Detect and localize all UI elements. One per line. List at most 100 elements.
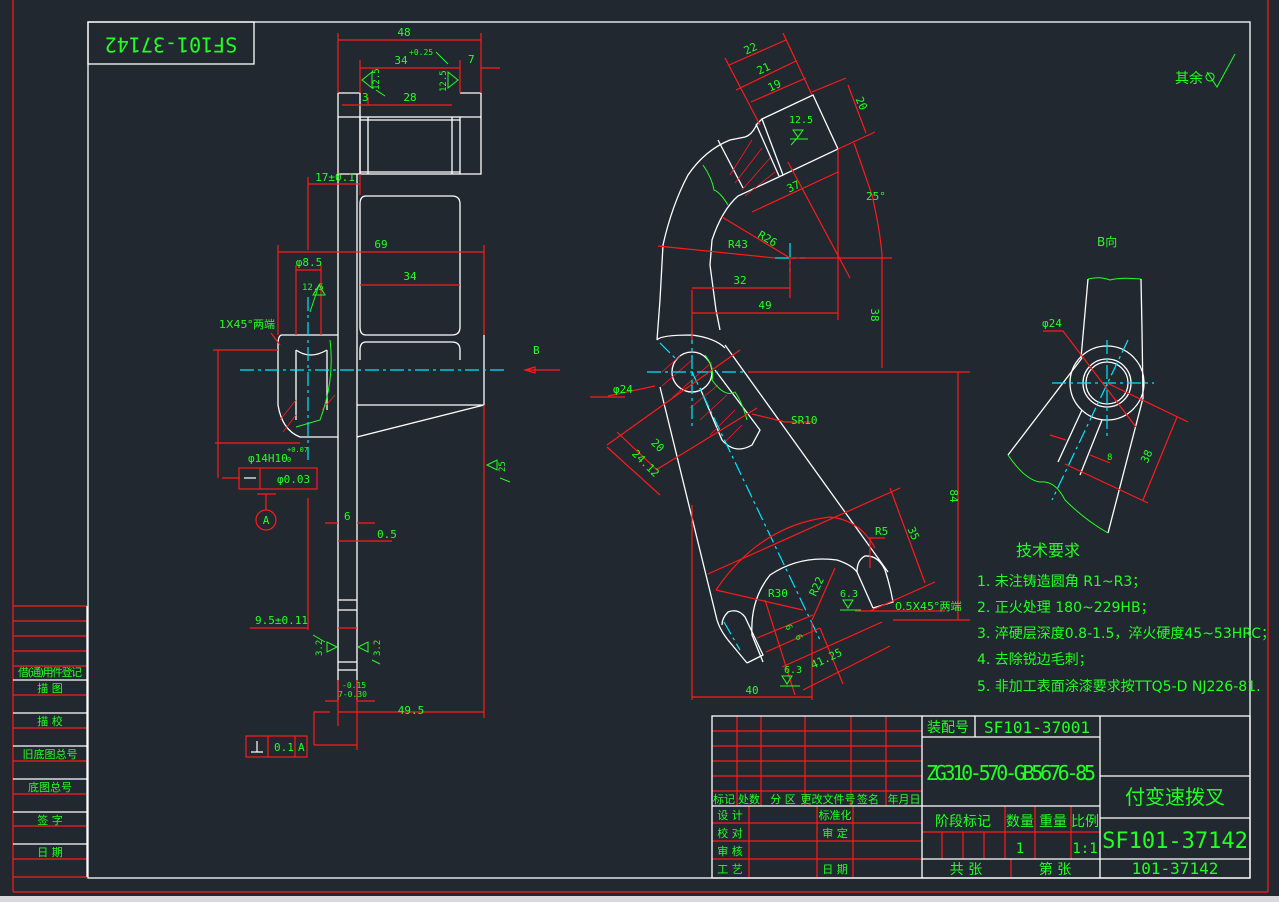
sheets-total-label: 共 张 — [950, 862, 982, 878]
dim-phi-14-upper-tol: +0.07 — [287, 446, 308, 454]
drawing-geometry — [1007, 454, 1109, 534]
dim-r26: R26 — [756, 228, 780, 249]
roughness-12-5-left: 12.5 — [372, 68, 382, 90]
main-view-roughness-symbols — [780, 129, 861, 687]
side-registration-table: 借(通)用件登记 描 图 描 校 旧底图总号 底图总号 签 字 日 期 — [13, 605, 88, 878]
dim-25-degrees: 25° — [866, 190, 886, 203]
side-label: 旧底图总号 — [23, 747, 78, 761]
perpendicularity-value: 0.1 — [274, 741, 294, 754]
straightness-value: φ0.03 — [277, 473, 310, 486]
weight-label: 重量 — [1039, 814, 1067, 830]
dim-21: 21 — [755, 60, 773, 77]
main-view: 22 21 19 20 12.5 37 25° R26 R43 32 49 38… — [590, 32, 970, 700]
main-view-centerlines — [647, 243, 821, 651]
datum-a-label: A — [263, 514, 270, 527]
roughness-25: 25 — [498, 461, 508, 472]
drawing-geometry — [756, 599, 891, 696]
drawing-geometry — [724, 344, 889, 573]
rev-header: 标记 — [713, 792, 735, 806]
sign-label: 标准化 — [819, 808, 852, 822]
surface-finish-icon — [1205, 53, 1236, 88]
dim-phi-14-h10: φ14H10 — [248, 452, 288, 465]
roughness-12-5-hole: 12.5 — [302, 283, 324, 293]
tech-req-item: 2. 正火处理 180~229HB； — [977, 600, 1155, 616]
drawing-geometry — [87, 21, 1251, 879]
roughness-12-5-right: 12.5 — [439, 70, 449, 92]
drawing-geometry — [856, 555, 894, 609]
dim-r5: R5 — [875, 525, 888, 538]
dim-28: 28 — [403, 91, 416, 104]
drawing-geometry — [729, 139, 776, 197]
rev-header: 年月日 — [888, 792, 921, 806]
dim-6: 6 — [344, 510, 351, 523]
sign-label: 工 艺 — [717, 863, 743, 876]
drawing-geometry — [721, 610, 764, 664]
drawing-geometry — [1043, 330, 1189, 504]
side-label: 签 字 — [37, 813, 63, 827]
side-label: 描 图 — [37, 681, 63, 695]
rev-header: 分 区 — [770, 793, 796, 806]
dim-49: 49 — [758, 299, 771, 312]
sign-label: 审 核 — [717, 844, 743, 858]
drawing-geometry — [751, 142, 883, 368]
roughness-6-3-fork: 6.3 — [840, 589, 858, 600]
chamfer-note: 1X45°两端 — [219, 318, 275, 331]
short-drawing-number: 101-37142 — [1132, 859, 1219, 878]
dim-69: 69 — [374, 238, 387, 251]
dim-20-slot: 20 — [648, 436, 667, 455]
drawing-geometry — [661, 355, 743, 443]
dim-phi-8-5: φ8.5 — [296, 256, 323, 269]
drawing-geometry — [13, 606, 88, 877]
technical-requirements: 技术要求 1. 未注铸造圆角 R1~R3； 2. 正火处理 180~229HB；… — [977, 541, 1275, 695]
drawing-geometry — [307, 174, 361, 250]
dim-34: 34 — [394, 54, 408, 67]
drawing-geometry — [748, 371, 970, 621]
drawing-geometry — [342, 97, 452, 106]
dim-7-upper-tol: -0.15 — [342, 681, 366, 690]
view-b-label: B — [533, 344, 540, 357]
drawing-geometry — [790, 129, 808, 146]
dim-6-a: 6 — [782, 623, 793, 632]
drawing-geometry — [707, 487, 945, 612]
surface-finish-note: 其余 — [1175, 53, 1236, 88]
drawing-geometry — [840, 599, 861, 611]
roughness-3-2-right: 3.2 — [373, 640, 383, 656]
dim-r30: R30 — [768, 587, 788, 600]
drawing-geometry — [359, 341, 367, 360]
material-spec: ZG310-570-GB5676-85 — [926, 761, 1096, 785]
tech-req-item: 1. 未注铸造圆角 R1~R3； — [977, 574, 1146, 590]
tech-req-item: 4. 去除锐边毛刺； — [977, 652, 1093, 668]
rev-header: 处数 — [738, 793, 760, 806]
side-label: 描 校 — [37, 714, 63, 728]
drawing-geometry — [325, 405, 485, 718]
b-view: B向 φ24 8 38 — [1007, 234, 1189, 534]
rev-header: 更改文件号 — [801, 792, 856, 806]
dim-7-tolerance: 7-0.30 — [338, 690, 367, 699]
dim-r22: R22 — [807, 575, 827, 599]
b-view-dim-38: 38 — [1138, 448, 1155, 466]
drawing-geometry — [359, 195, 461, 336]
drawing-geometry — [702, 164, 729, 206]
dim-49-5: 49.5 — [398, 704, 425, 717]
drawing-geometry — [659, 342, 676, 359]
perpendicularity-icon — [251, 741, 263, 753]
tech-req-item: 3. 淬硬层深度0.8-1.5，淬火硬度45~53HRC； — [977, 626, 1275, 642]
dim-34-tolerance: +0.25 — [409, 48, 433, 57]
tech-req-title: 技术要求 — [1016, 541, 1080, 560]
cad-drawing-canvas[interactable]: SF101-37142 其余 48 34 +0.25 7 3 28 12.5 1… — [0, 0, 1279, 902]
drawing-geometry — [1087, 277, 1142, 281]
dim-phi-14-lower-tol: 0 — [287, 456, 291, 464]
dim-84: 84 — [947, 489, 960, 503]
revision-headers: 标记 处数 分 区 更改文件号 签名 年月日 — [713, 792, 921, 806]
dim-20-head: 20 — [852, 95, 869, 113]
scale-value: 1:1 — [1072, 841, 1097, 857]
b-view-dim-phi-24: φ24 — [1042, 317, 1062, 330]
dim-r43: R43 — [728, 238, 748, 251]
drawing-geometry — [755, 123, 780, 177]
dim-22: 22 — [742, 40, 760, 57]
sign-label: 审 定 — [822, 826, 848, 840]
drawing-geometry — [659, 386, 748, 664]
dim-48: 48 — [397, 26, 410, 39]
drawing-geometry — [13, 605, 87, 878]
dim-32: 32 — [733, 274, 746, 287]
